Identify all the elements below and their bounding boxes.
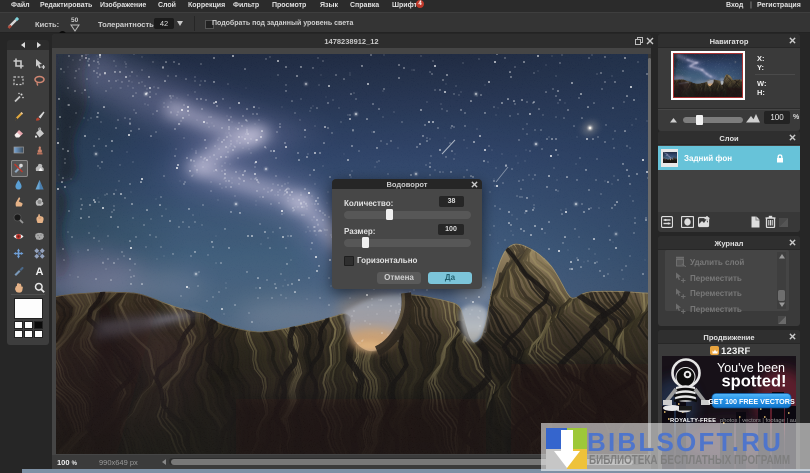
svg-text:GET 100 FREE VECTORS: GET 100 FREE VECTORS [708, 397, 795, 406]
svg-text:spotted!: spotted! [721, 373, 786, 391]
svg-text:A: A [36, 266, 44, 276]
